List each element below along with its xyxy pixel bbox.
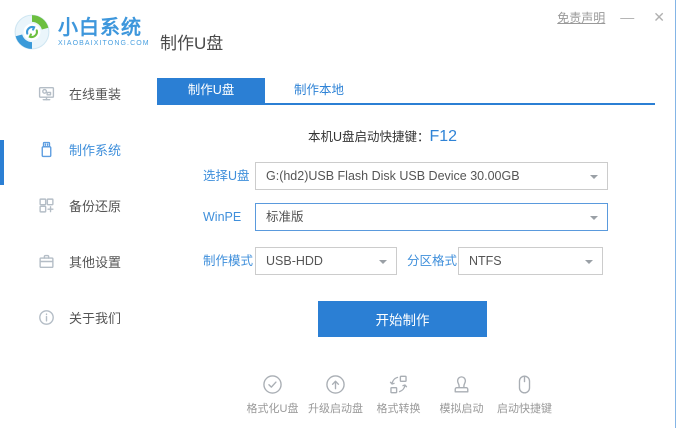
make-mode-value: USB-HDD (266, 254, 323, 268)
toolbox-icon (39, 254, 54, 268)
tool-simulate-boot[interactable]: 模拟启动 (430, 373, 493, 416)
footer-tools: 格式化U盘 升级启动盘 格式转换 模拟启动 启动快捷键 (241, 373, 556, 416)
tool-label: 格式转换 (376, 403, 421, 415)
chevron-down-icon (590, 216, 598, 220)
winpe-dropdown[interactable]: 标准版 (255, 203, 608, 231)
tool-boot-hotkey[interactable]: 启动快捷键 (493, 373, 556, 416)
usb-select-label: 选择U盘 (203, 169, 250, 183)
sidebar-item-backup-restore[interactable]: 备份还原 (38, 190, 157, 220)
upgrade-arrow-icon (326, 375, 345, 394)
minimize-icon[interactable]: — (616, 8, 638, 26)
sidebar-item-about-us[interactable]: 关于我们 (38, 302, 157, 332)
boot-hotkey-prefix: 本机U盘启动快捷键： (307, 130, 430, 144)
sidebar-item-label: 其他设置 (69, 254, 122, 270)
start-make-button[interactable]: 开始制作 (318, 301, 487, 337)
sidebar-item-label: 在线重装 (69, 86, 122, 102)
logo-sphere-icon (14, 14, 50, 50)
winpe-value: 标准版 (266, 210, 304, 224)
brand-domain: XIAOBAIXITONG.COM (58, 40, 150, 47)
make-mode-label: 制作模式 (203, 254, 254, 268)
tool-format-usb[interactable]: 格式化U盘 (241, 373, 304, 416)
usb-drive-icon (41, 141, 52, 157)
tab-make-local[interactable]: 制作本地 (265, 78, 373, 103)
convert-icon (389, 375, 408, 394)
active-indicator (0, 140, 4, 185)
tool-upgrade-boot-disk[interactable]: 升级启动盘 (304, 373, 367, 416)
tab-underline (157, 103, 655, 105)
tool-label: 启动快捷键 (497, 403, 552, 415)
page-title: 制作U盘 (160, 34, 224, 53)
tool-format-convert[interactable]: 格式转换 (367, 373, 430, 416)
app-window: 免责声明 — ✕ 小白系统 XIAOBAIXITONG.COM 制作U盘 在线重… (0, 0, 676, 428)
usb-select-value: G:(hd2)USB Flash Disk USB Device 30.00GB (266, 169, 520, 183)
make-mode-dropdown[interactable]: USB-HDD (255, 247, 397, 275)
disclaimer-link[interactable]: 免责声明 (557, 9, 605, 26)
format-check-icon (263, 375, 282, 394)
sidebar-item-other-settings[interactable]: 其他设置 (38, 246, 157, 276)
chevron-down-icon (379, 260, 387, 264)
usb-select-dropdown[interactable]: G:(hd2)USB Flash Disk USB Device 30.00GB (255, 162, 608, 190)
sidebar-item-make-system[interactable]: 制作系统 (38, 134, 157, 164)
tab-make-usb[interactable]: 制作U盘 (157, 78, 265, 103)
mouse-icon (518, 375, 531, 394)
partition-format-value: NTFS (469, 254, 502, 268)
app-logo: 小白系统 XIAOBAIXITONG.COM (13, 13, 150, 51)
sidebar: 在线重装 制作系统 备份还原 其他设置 关于我们 (0, 78, 157, 428)
sidebar-item-label: 备份还原 (69, 198, 122, 214)
logo-text: 小白系统 XIAOBAIXITONG.COM (58, 17, 150, 47)
winpe-label: WinPE (203, 210, 242, 224)
main-content: 制作U盘 制作本地 本机U盘启动快捷键：F12 选择U盘 G:(hd2)USB … (157, 78, 675, 428)
sidebar-item-online-reinstall[interactable]: 在线重装 (38, 78, 157, 108)
tool-label: 格式化U盘 (246, 403, 299, 415)
partition-format-dropdown[interactable]: NTFS (458, 247, 603, 275)
monitor-reinstall-icon (38, 86, 55, 100)
info-icon (39, 309, 54, 325)
chevron-down-icon (590, 175, 598, 179)
stamp-icon (454, 376, 469, 393)
sidebar-item-label: 关于我们 (69, 310, 122, 326)
boot-hotkey-value: F12 (429, 128, 458, 145)
close-icon[interactable]: ✕ (649, 8, 669, 26)
backup-grid-icon (39, 197, 54, 213)
partition-format-label: 分区格式 (407, 254, 458, 268)
window-controls: 免责声明 — ✕ (557, 8, 669, 26)
boot-hotkey-line: 本机U盘启动快捷键：F12 (157, 126, 608, 146)
tab-bar: 制作U盘 制作本地 (157, 78, 655, 105)
brand-name: 小白系统 (58, 17, 142, 39)
tool-label: 升级启动盘 (308, 403, 363, 415)
chevron-down-icon (585, 260, 593, 264)
tool-label: 模拟启动 (439, 403, 484, 415)
sidebar-item-label: 制作系统 (69, 142, 122, 158)
